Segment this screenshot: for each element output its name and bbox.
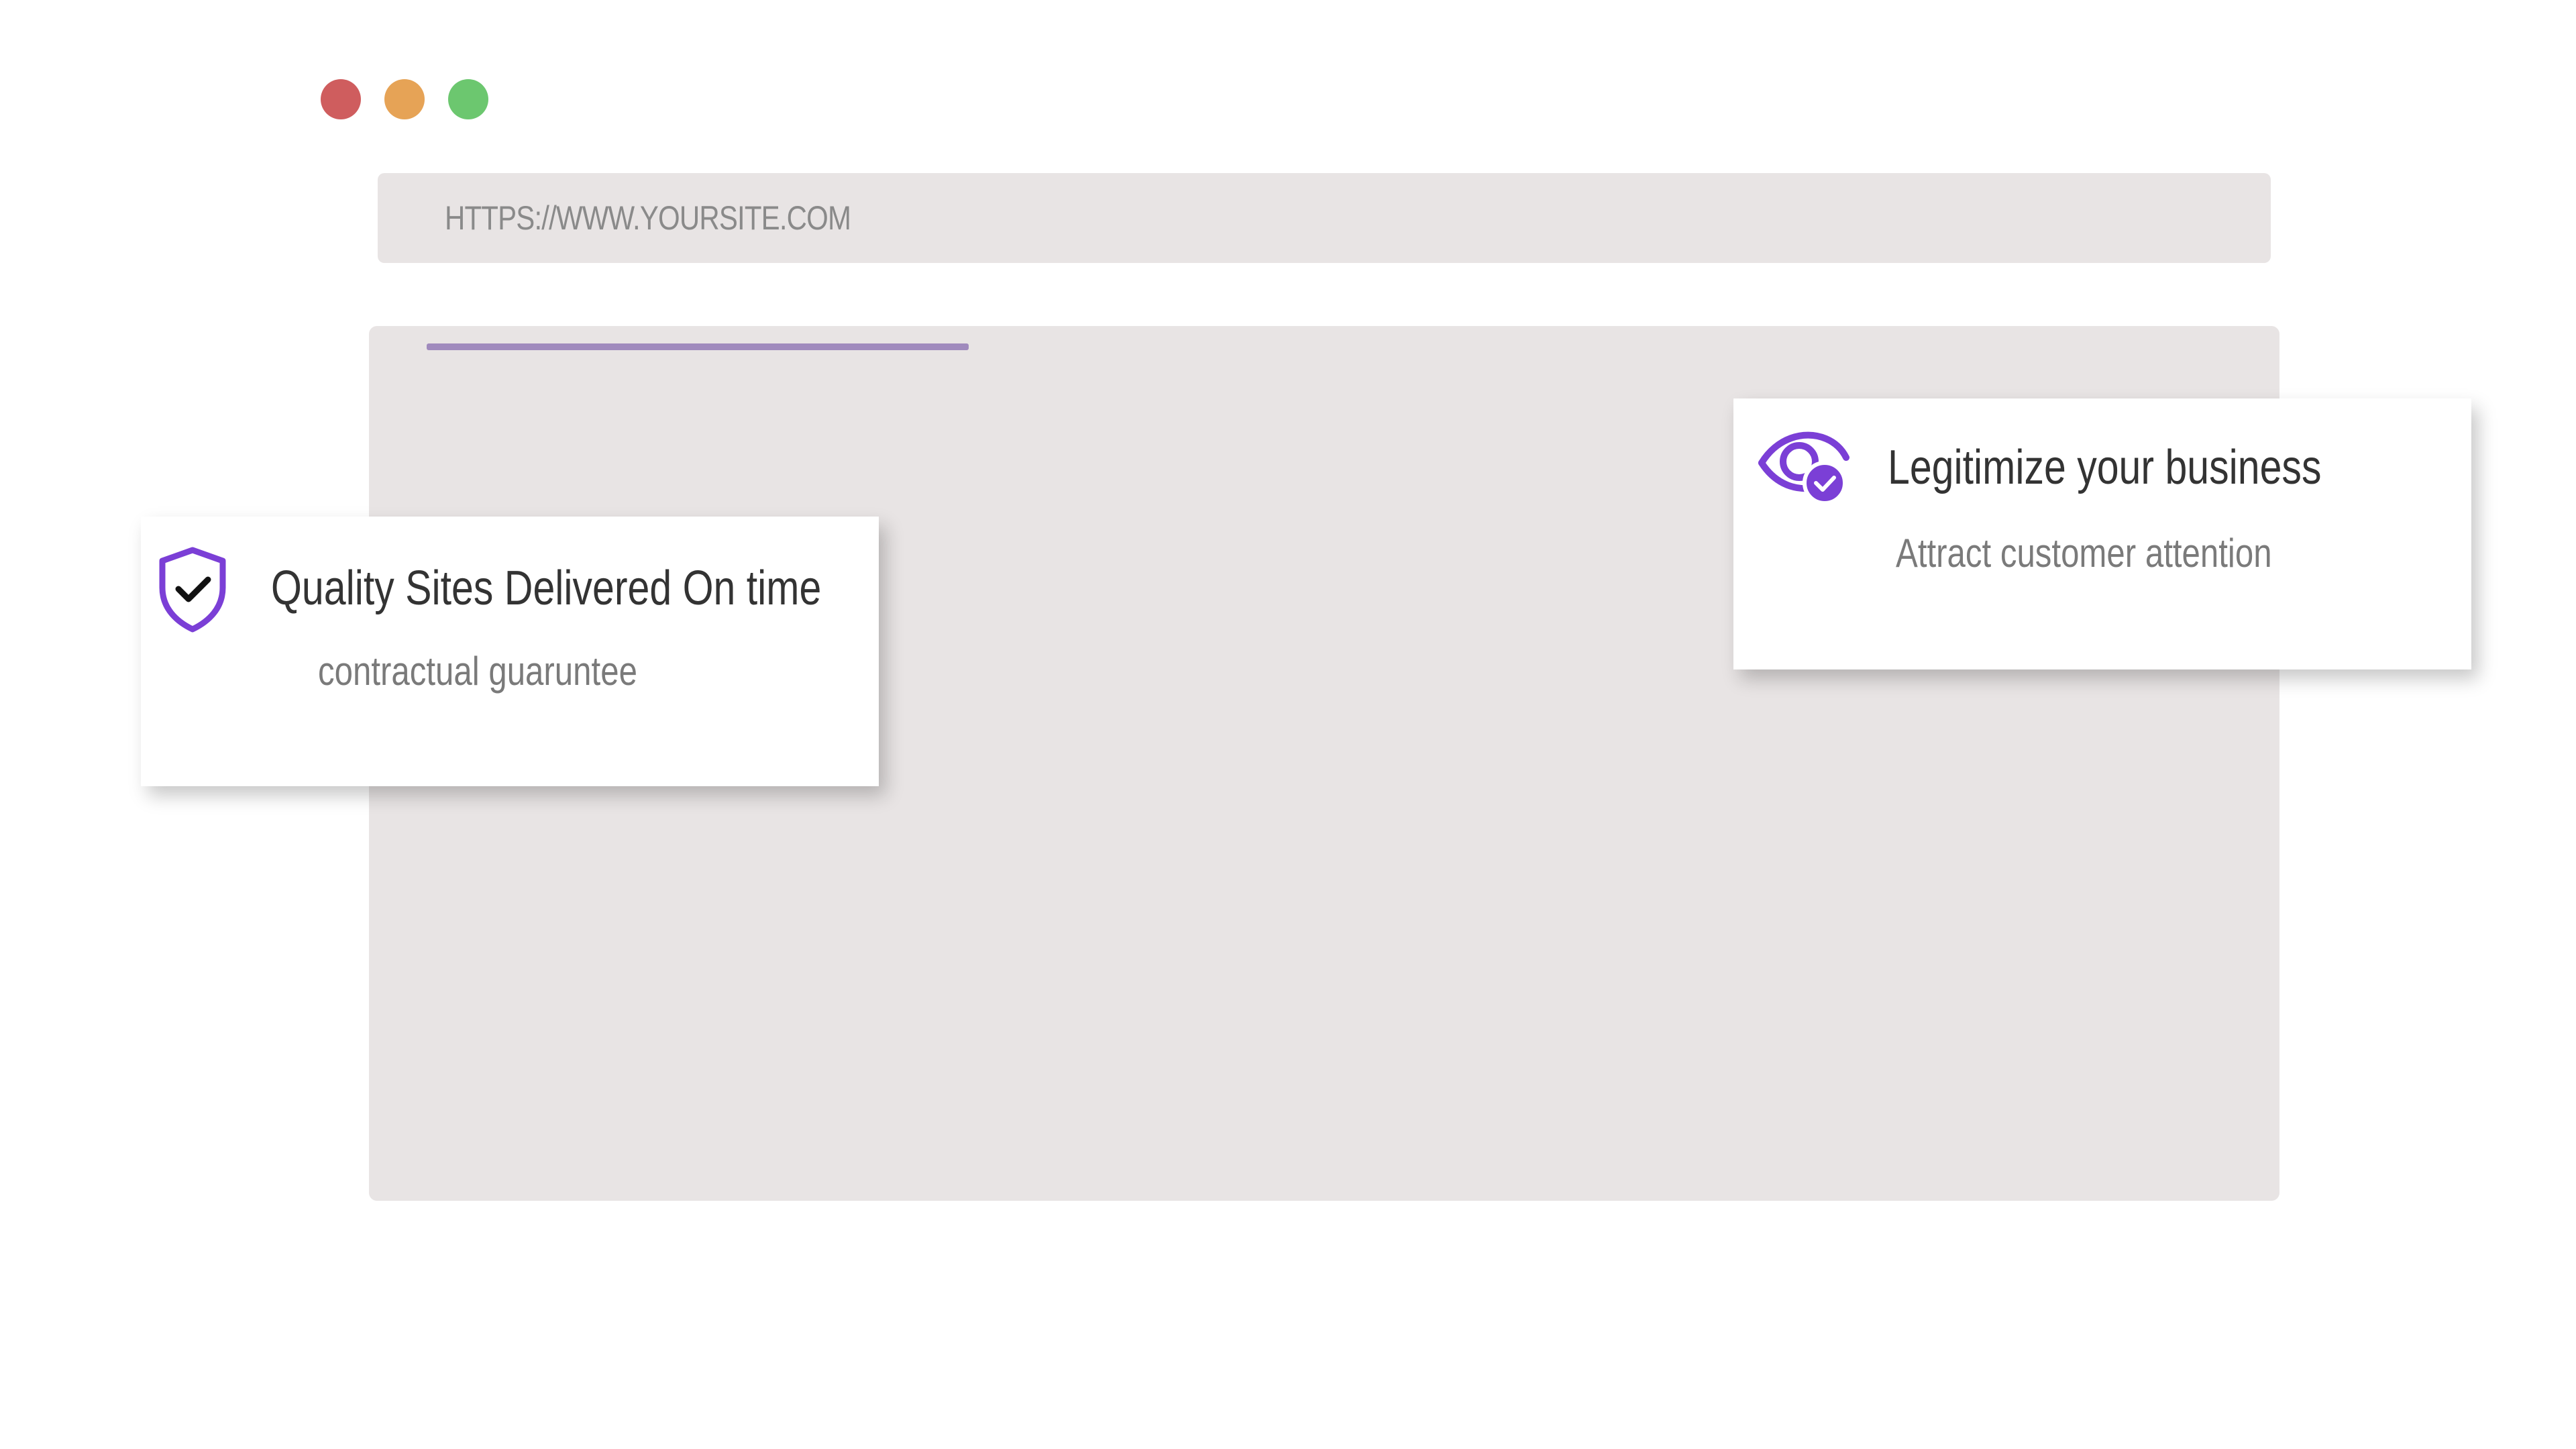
loading-progress-fill (427, 343, 969, 350)
shield-check-icon (156, 546, 229, 633)
maximize-window-dot[interactable] (448, 79, 488, 119)
loading-progress-bar (427, 343, 1449, 350)
legitimize-card-subtitle: Attract customer attention (1896, 531, 2272, 576)
quality-card-subtitle: contractual guaruntee (318, 649, 637, 694)
close-window-dot[interactable] (321, 79, 361, 119)
eye-check-icon (1756, 428, 1850, 506)
address-bar[interactable]: HTTPS://WWW.YOURSITE.COM (378, 173, 2271, 263)
quality-feature-card: Quality Sites Delivered On time contract… (141, 517, 879, 786)
address-url[interactable]: HTTPS://WWW.YOURSITE.COM (445, 199, 851, 237)
legitimize-feature-card: Legitimize your business Attract custome… (1733, 398, 2471, 669)
minimize-window-dot[interactable] (384, 79, 425, 119)
quality-card-title: Quality Sites Delivered On time (271, 561, 822, 615)
legitimize-card-title: Legitimize your business (1888, 441, 2322, 494)
